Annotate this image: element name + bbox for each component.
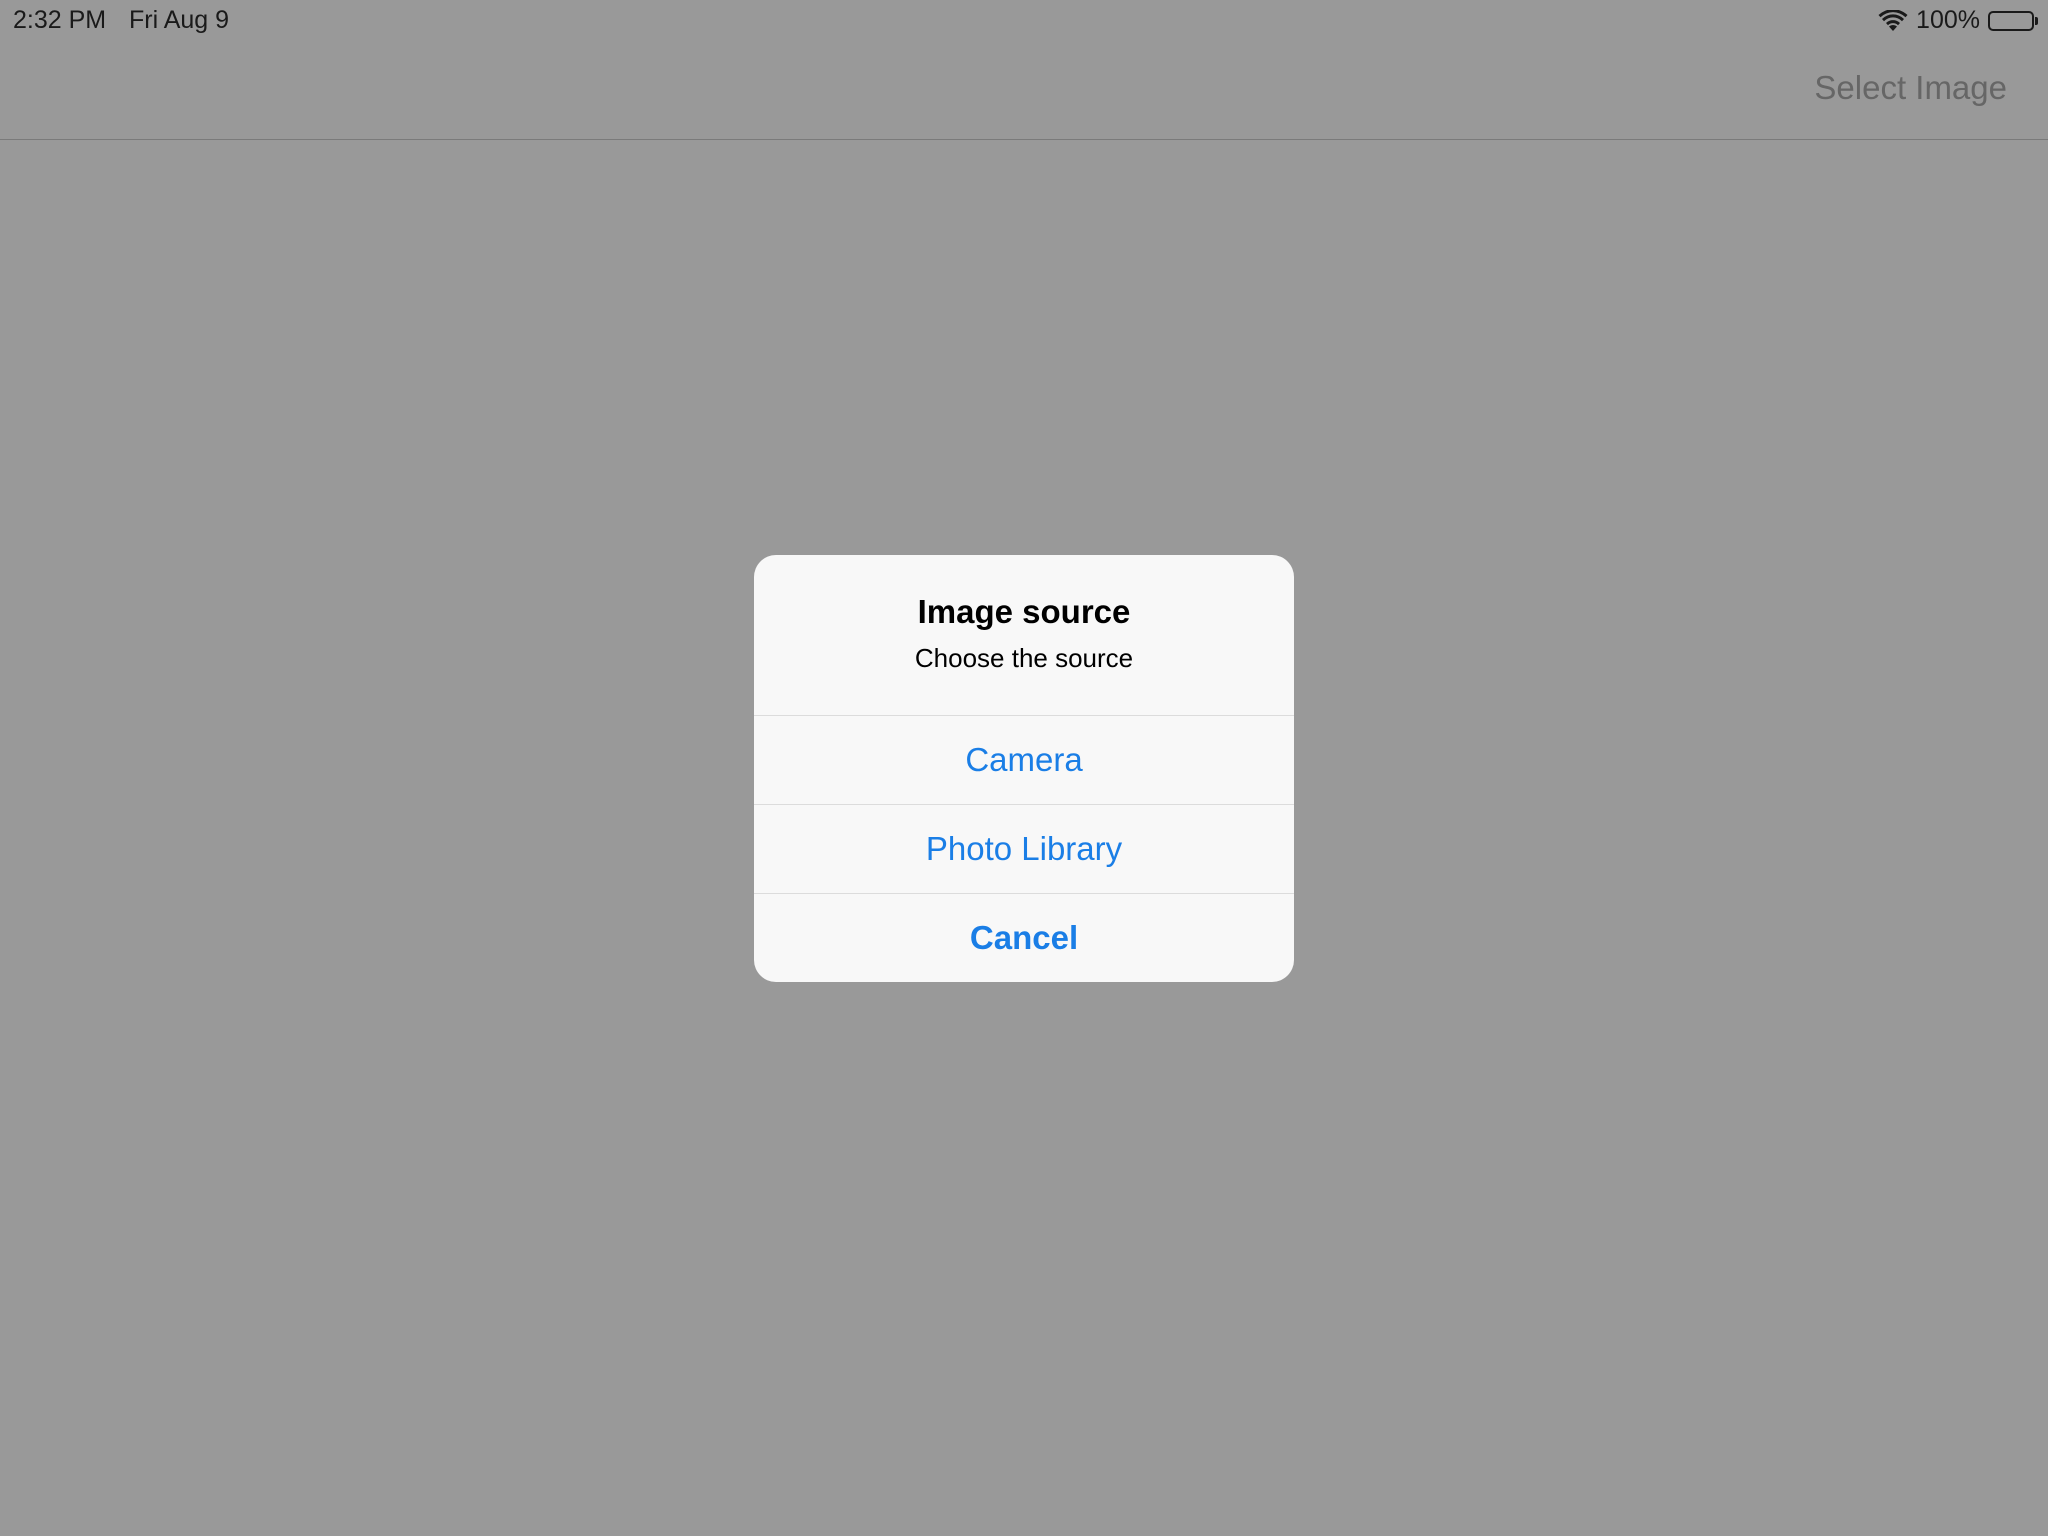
alert-message: Choose the source xyxy=(914,643,1134,673)
battery-icon xyxy=(1988,10,2038,31)
navigation-bar: Select Image xyxy=(0,40,2048,140)
image-source-alert: Image source Choose the source Camera Ph… xyxy=(754,555,1294,982)
status-bar: 2:32 PM Fri Aug 9 100% xyxy=(0,0,2048,40)
alert-header: Image source Choose the source xyxy=(754,555,1294,715)
status-date: Fri Aug 9 xyxy=(129,6,230,34)
status-time: 2:32 PM xyxy=(13,6,107,34)
select-image-button[interactable]: Select Image xyxy=(1814,69,2007,107)
camera-button[interactable]: Camera xyxy=(754,715,1294,804)
alert-title: Image source xyxy=(917,593,1131,630)
status-indicators: 100% xyxy=(1878,6,2038,35)
battery-percent: 100% xyxy=(1916,6,1980,34)
photo-library-button[interactable]: Photo Library xyxy=(754,804,1294,893)
cancel-button[interactable]: Cancel xyxy=(754,893,1294,982)
wifi-icon xyxy=(1878,9,1908,32)
